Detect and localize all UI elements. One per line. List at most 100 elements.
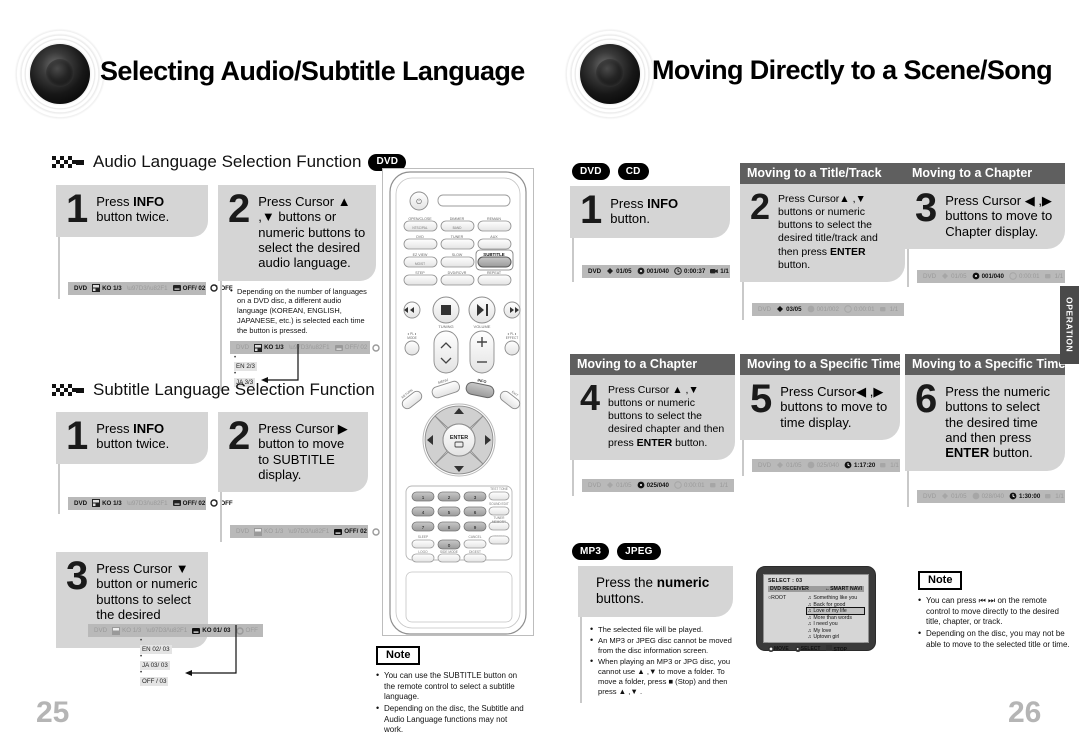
svg-text:TUNING: TUNING bbox=[438, 324, 453, 329]
step-card-r3: Moving to a Chapter 3 Press Cursor ◀ ,▶ … bbox=[905, 163, 1065, 287]
clock-icon bbox=[674, 267, 682, 275]
audio-icon bbox=[92, 499, 101, 508]
osd-time: 0:00:37 bbox=[674, 267, 705, 275]
step-bubble: 2 Press Cursor ▲ ,▼ buttons or numeric b… bbox=[218, 185, 376, 281]
osd-subtitle: OFF/ 02 bbox=[172, 499, 205, 507]
note-label: Note bbox=[376, 646, 421, 665]
list-item[interactable]: ♫ My love bbox=[807, 628, 864, 634]
osd-time: 0:00:01 bbox=[844, 305, 875, 314]
list-item[interactable]: ♫ Something like you bbox=[807, 595, 864, 601]
title-icon bbox=[941, 492, 949, 500]
select-text: SELECT : bbox=[768, 578, 795, 584]
speaker-logo-right bbox=[562, 26, 658, 122]
step-body: DVD 03/05 001/002 0:00:01 1/1 bbox=[742, 281, 905, 320]
audio-icon bbox=[92, 284, 101, 293]
step-body: DVD 01/05 025/040 1:17:20 1/1 bbox=[742, 439, 900, 476]
clock-icon bbox=[844, 461, 852, 469]
osd-disc-label: DVD bbox=[923, 272, 937, 280]
disc-badge-jpeg: JPEG bbox=[617, 543, 661, 560]
osd-option: JA 03/ 03 bbox=[140, 661, 170, 670]
arrow-bullets-icon bbox=[52, 154, 86, 171]
svg-text:SIDE MODE: SIDE MODE bbox=[440, 550, 458, 554]
operation-side-tab: OPERATION bbox=[1060, 286, 1079, 364]
step-bubble: 2 Press Cursor▲ ,▼ buttons or numeric bu… bbox=[740, 184, 905, 282]
camera-icon bbox=[879, 305, 888, 313]
repeat-icon bbox=[372, 528, 380, 536]
step-card-a1: 1 Press INFO button twice. DVD KO 1/3 \u… bbox=[56, 185, 233, 299]
osd-time: 1:17:20 bbox=[844, 461, 875, 469]
step-card-b2: 2 Press Cursor ▶ button to move to SUBTI… bbox=[218, 412, 394, 543]
select-value: 03 bbox=[795, 578, 803, 584]
svg-text:DIMMER: DIMMER bbox=[450, 217, 465, 221]
card-header: Moving to a Specific Time bbox=[740, 354, 900, 375]
music-icon: ♫ bbox=[807, 634, 812, 640]
chapter-icon bbox=[972, 492, 980, 500]
root-label: ROOT bbox=[771, 595, 787, 601]
page-title-right: Moving Directly to a Scene/Song bbox=[652, 55, 1053, 85]
svg-text:EFFECT: EFFECT bbox=[506, 336, 518, 340]
osd-option: EN 02/ 03 bbox=[140, 645, 172, 654]
file-list[interactable]: ♫ Something like you ♫ Back for good ♫ Love… bbox=[806, 595, 865, 640]
svg-text:DVD: DVD bbox=[416, 235, 424, 239]
svg-text:CANCEL: CANCEL bbox=[469, 535, 482, 539]
svg-text:SUBTITLE: SUBTITLE bbox=[483, 252, 505, 257]
step-bubble: 3 Press Cursor ◀ ,▶ buttons to move to C… bbox=[905, 184, 1065, 249]
note-label: Note bbox=[918, 571, 963, 590]
step-card-mp3: Press the numeric buttons. The selected … bbox=[578, 566, 733, 703]
chapter-icon bbox=[972, 272, 980, 280]
osd-title: 01/05 bbox=[776, 461, 802, 469]
osd-chapter: 001/040 bbox=[637, 267, 669, 275]
step-card-r6: Moving to a Specific Time 6 Press the nu… bbox=[905, 354, 1065, 507]
step-body: DVD KO 1/3 \u97D3/\u82F1 OFF/ 02 OFF bbox=[58, 463, 233, 514]
step-number: 2 bbox=[228, 414, 251, 458]
osd-lang-alt: \u97D3/\u82F1 bbox=[126, 284, 168, 292]
disc-badge-mp3: MP3 bbox=[572, 543, 610, 560]
speaker-cone bbox=[30, 44, 90, 104]
step-number: 3 bbox=[66, 554, 89, 598]
osd-status-bar: DVD 01/05 025/040 1:17:20 1/1 bbox=[752, 458, 900, 472]
step-body: Depending on the number of languages on … bbox=[220, 280, 395, 392]
card-header: Moving to a Specific Time bbox=[905, 354, 1065, 375]
disc-badge-dvd: DVD bbox=[572, 163, 610, 180]
section-heading-text: Audio Language Selection Function bbox=[93, 152, 362, 171]
step-card-r4: Moving to a Chapter 4 Press Cursor ▲ ,▼ … bbox=[570, 354, 735, 496]
step-bubble: 1 Press INFO button. bbox=[570, 186, 730, 238]
list-item[interactable]: ♫ I need you bbox=[807, 621, 864, 627]
osd-status-bar: DVD KO 1/3 \u97D3/\u82F1 OFF/ 02 OFF bbox=[68, 496, 233, 510]
list-item-selected[interactable]: ♫ Love of my life bbox=[806, 607, 865, 615]
list-item[interactable]: ♫ More than words bbox=[807, 615, 864, 621]
osd-disc-label: DVD bbox=[94, 627, 108, 634]
svg-text:9: 9 bbox=[474, 525, 477, 530]
osd-title: 01/05 bbox=[606, 267, 632, 275]
step-card-a2: 2 Press Cursor ▲ ,▼ buttons or numeric b… bbox=[218, 185, 395, 392]
osd-title: 01/05 bbox=[941, 492, 967, 500]
svg-text:6: 6 bbox=[474, 510, 477, 515]
operation-tab-label: OPERATION bbox=[1064, 297, 1075, 353]
repeat-icon bbox=[372, 344, 381, 352]
section-heading-text: Subtitle Language Selection Function bbox=[93, 380, 375, 399]
osd-angle: 1/1 bbox=[1045, 492, 1064, 500]
folder-pane: ○ROOT bbox=[768, 595, 804, 640]
osd-ellipsis: • bbox=[234, 371, 237, 378]
step-bubble: Press the numeric buttons. bbox=[578, 566, 733, 617]
osd-status-bar: DVD 01/05 001/040 0:00:37 1/1 bbox=[582, 264, 730, 278]
note-list: You can press ⏮ ⏭ on the remote control … bbox=[918, 595, 1070, 650]
step-instruction: Press Cursor◀ ,▶ buttons to move to time… bbox=[780, 384, 888, 430]
section-heading-audio: Audio Language Selection Function DVD bbox=[52, 152, 407, 172]
step-instruction: Press INFO button. bbox=[610, 195, 679, 227]
osd-ellipsis: • bbox=[140, 638, 143, 644]
osd-time: 0:00:01 bbox=[674, 481, 705, 489]
svg-text:MEMORY: MEMORY bbox=[492, 520, 507, 524]
svg-text:⏻: ⏻ bbox=[416, 198, 422, 206]
step-body: DVD 01/05 001/040 0:00:37 1/1 bbox=[572, 237, 730, 282]
osd-angle: 1/1 bbox=[880, 461, 899, 469]
step-body: DVD KO 1/3 \u97D3/\u82F1 OFF/ 02 OFF bbox=[58, 236, 233, 299]
list-item[interactable]: ♫ Back for good bbox=[807, 602, 864, 608]
chapter-icon bbox=[637, 481, 645, 489]
osd-status-bar: DVD 01/05 025/040 0:00:01 1/1 bbox=[582, 478, 734, 492]
svg-text:NTSC/PAL: NTSC/PAL bbox=[412, 226, 428, 230]
list-item[interactable]: ♫ Uptown girl bbox=[807, 634, 864, 640]
osd-lang-alt: \u97D3/\u82F1 bbox=[126, 499, 168, 507]
svg-text:DIGEST: DIGEST bbox=[469, 550, 481, 554]
title-icon bbox=[606, 267, 614, 275]
